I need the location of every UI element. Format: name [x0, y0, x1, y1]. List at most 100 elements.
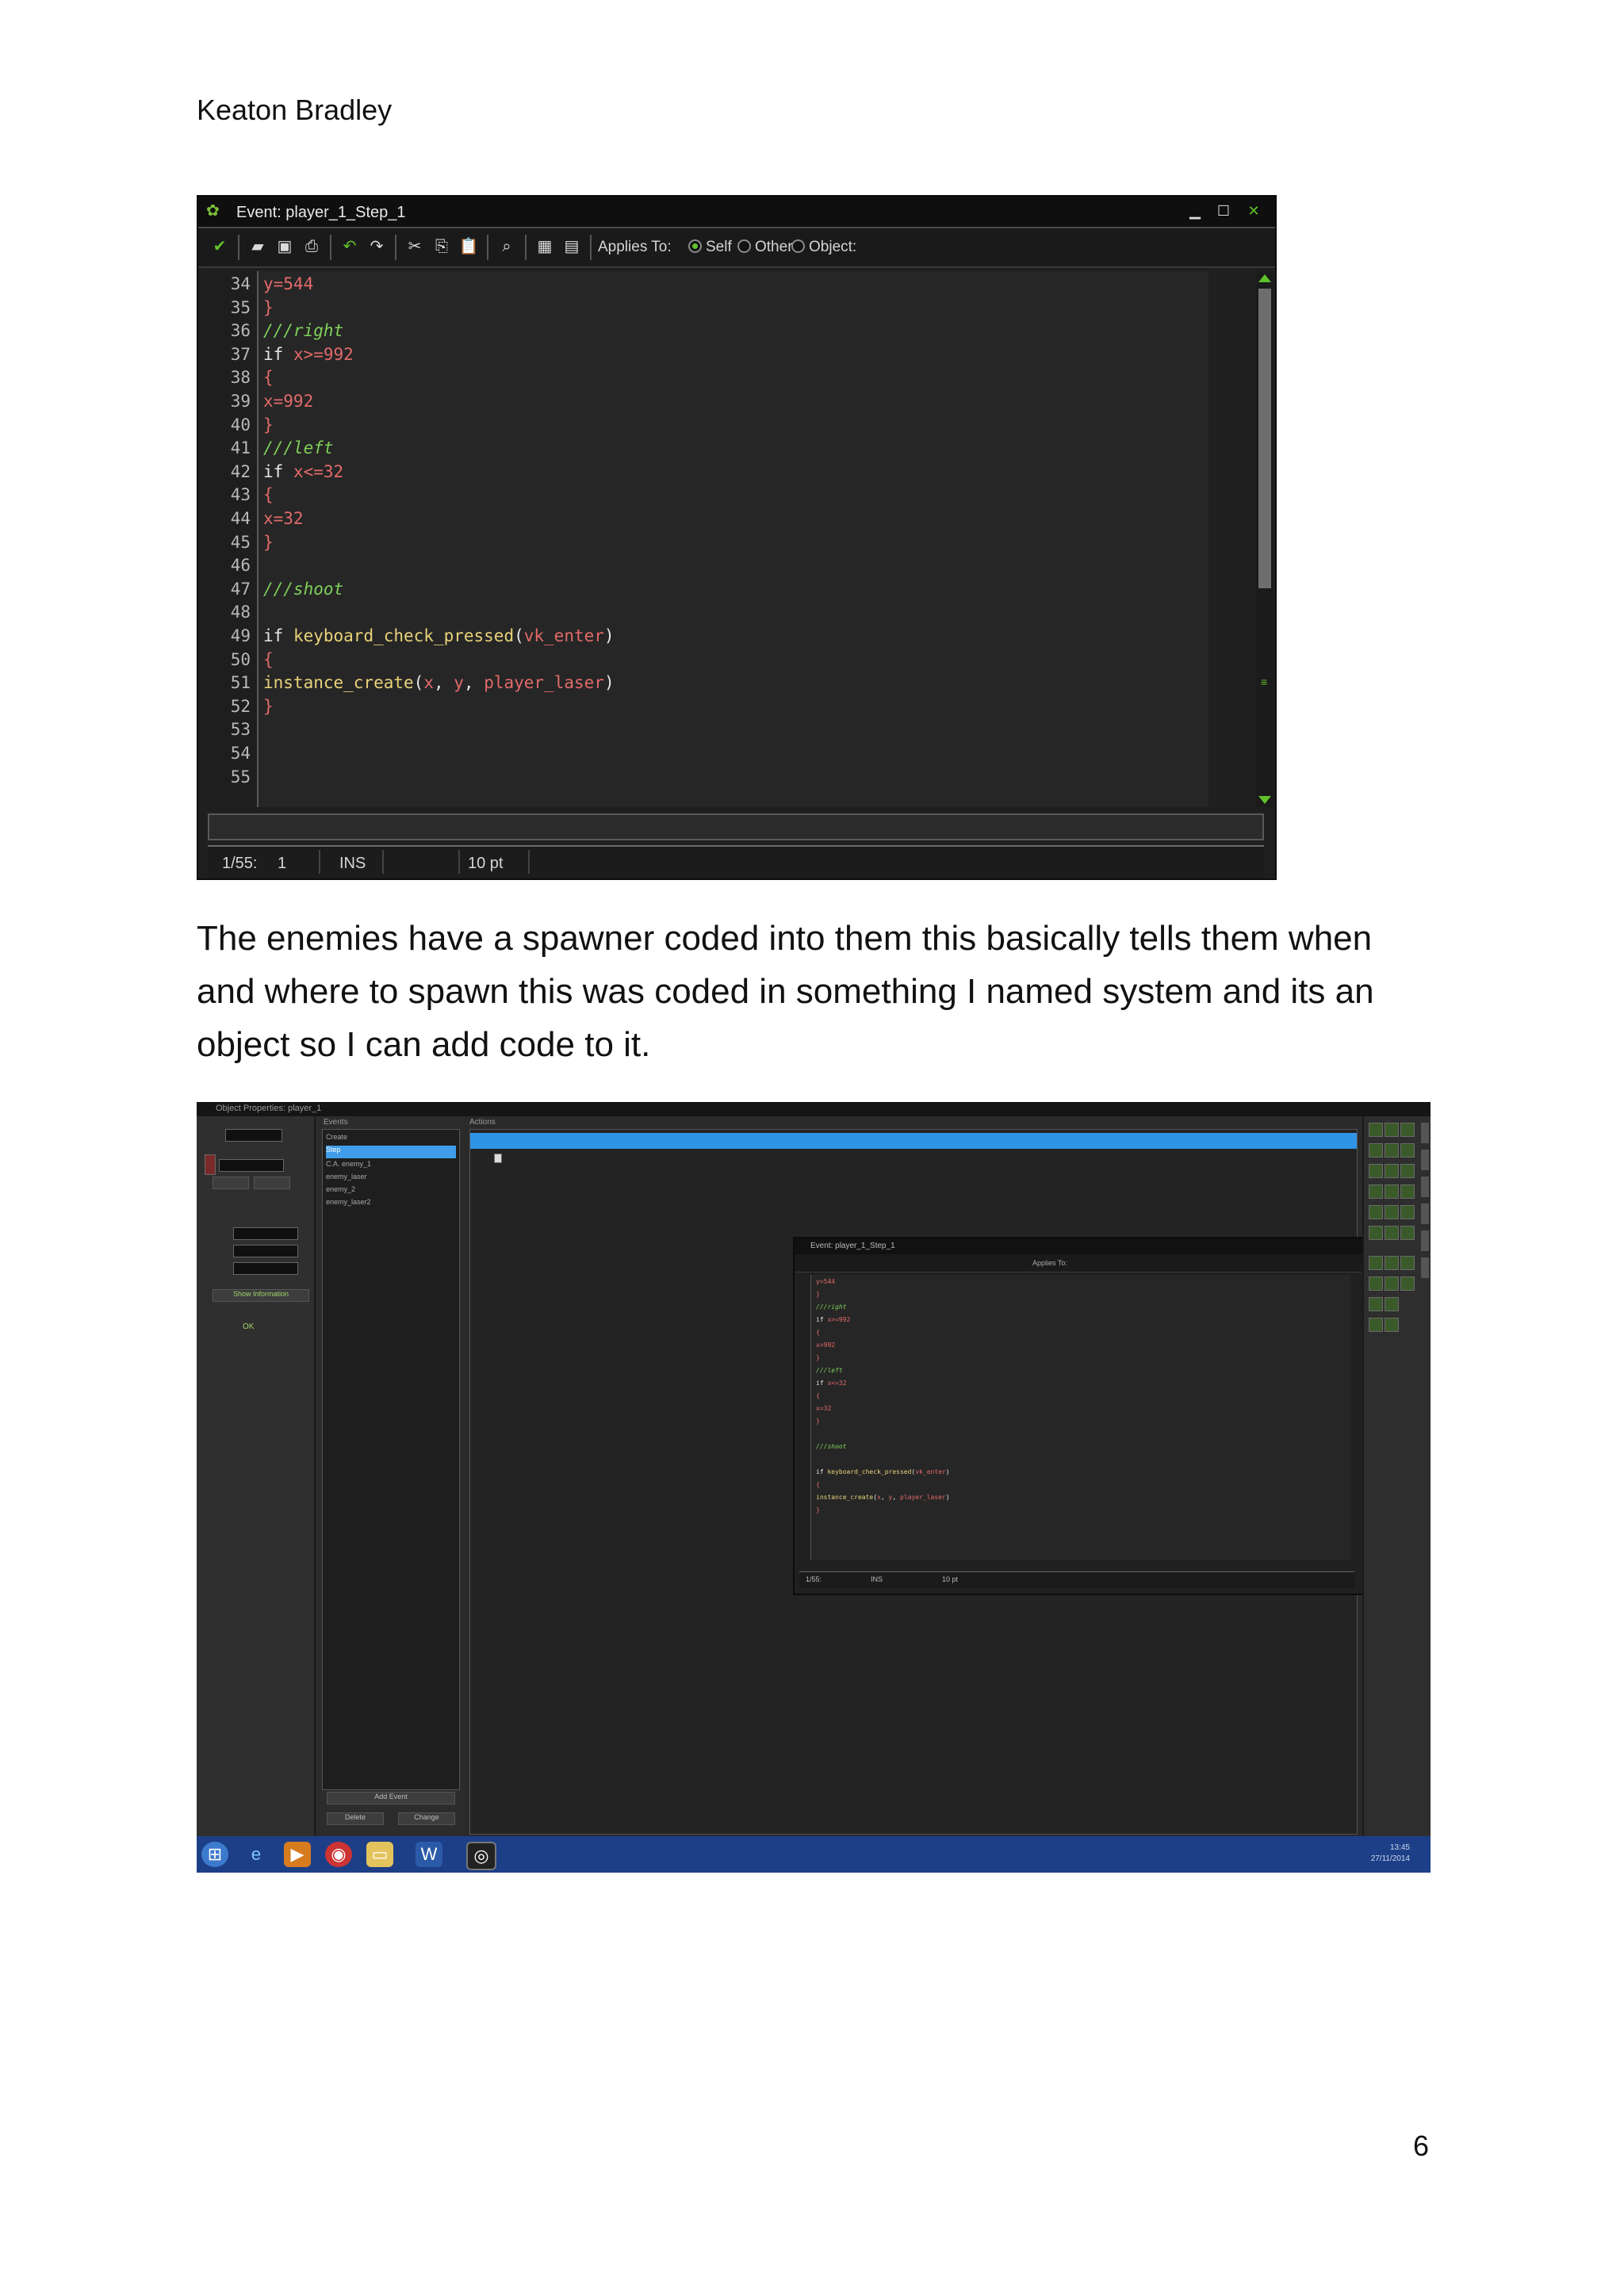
add-event-button[interactable]: Add Event — [327, 1792, 455, 1804]
scroll-down-icon[interactable] — [1258, 796, 1271, 804]
action-icon[interactable] — [1385, 1297, 1399, 1311]
word-icon[interactable]: W — [416, 1842, 442, 1867]
gamemaker-taskbar-icon[interactable]: ◎ — [466, 1842, 496, 1870]
event-item-selected[interactable]: Step — [326, 1146, 456, 1158]
event-item[interactable]: enemy_laser — [326, 1173, 456, 1185]
action-icon[interactable] — [1385, 1143, 1399, 1158]
line-number: 35 — [230, 297, 251, 317]
undo-icon[interactable]: ↶ — [339, 236, 360, 257]
internet-explorer-icon[interactable]: e — [243, 1842, 270, 1867]
action-icon[interactable] — [1385, 1184, 1399, 1199]
action-icon[interactable] — [1369, 1297, 1383, 1311]
side-tab[interactable] — [1421, 1123, 1429, 1143]
action-icon[interactable] — [1400, 1184, 1415, 1199]
copy-icon[interactable]: ⎘ — [431, 236, 452, 257]
change-event-button[interactable]: Change — [398, 1812, 455, 1825]
object-radio[interactable] — [791, 239, 805, 253]
line-number: 50 — [230, 649, 251, 669]
code-token: player_laser — [900, 1494, 946, 1501]
action-icon[interactable] — [1369, 1205, 1383, 1219]
action-icon[interactable] — [1369, 1164, 1383, 1178]
close-icon[interactable]: ✕ — [1243, 201, 1264, 220]
horizontal-scrollbar[interactable] — [208, 813, 1264, 840]
save-icon[interactable]: ▣ — [274, 236, 295, 257]
action-icon[interactable] — [1400, 1205, 1415, 1219]
action-icon[interactable] — [1369, 1256, 1383, 1270]
parent-field[interactable] — [233, 1245, 298, 1257]
action-icon[interactable] — [1369, 1226, 1383, 1240]
action-icon[interactable] — [1369, 1123, 1383, 1137]
action-item-selected[interactable] — [470, 1133, 1357, 1149]
cut-icon[interactable]: ✂ — [404, 236, 425, 257]
media-player-icon[interactable]: ▶ — [284, 1842, 311, 1867]
depth-field[interactable] — [233, 1227, 298, 1240]
search-icon[interactable]: ⌕ — [496, 236, 517, 257]
code-text-area[interactable]: y=544} ///right if x>=992 {x=992} ///left if … — [259, 271, 1208, 807]
line-number: 52 — [230, 696, 251, 716]
action-icon[interactable] — [1400, 1276, 1415, 1291]
minimize-icon[interactable]: ▁ — [1185, 201, 1205, 220]
delete-event-button[interactable]: Delete — [327, 1812, 384, 1825]
vertical-scrollbar[interactable]: ≡ — [1256, 271, 1274, 807]
action-icon[interactable] — [1369, 1276, 1383, 1291]
paste-icon[interactable]: 📋 — [458, 236, 479, 257]
self-radio[interactable] — [688, 239, 702, 253]
code-token: } — [263, 696, 274, 716]
side-tab[interactable] — [1421, 1257, 1429, 1278]
event-item[interactable]: Create — [326, 1133, 456, 1146]
action-icon[interactable] — [1385, 1318, 1399, 1332]
mask-field[interactable] — [233, 1262, 298, 1275]
check-icon[interactable]: ✔ — [209, 236, 230, 257]
new-sprite-button[interactable] — [213, 1177, 249, 1189]
action-icon[interactable] — [1369, 1184, 1383, 1199]
action-icon[interactable] — [1400, 1123, 1415, 1137]
action-icon[interactable] — [1385, 1256, 1399, 1270]
grid-icon[interactable]: ▦ — [534, 236, 555, 257]
scroll-thumb[interactable] — [1258, 289, 1271, 588]
system-clock[interactable]: 13:45 27/11/2014 — [1371, 1843, 1410, 1865]
action-icon[interactable] — [1385, 1226, 1399, 1240]
scroll-up-icon[interactable] — [1258, 274, 1271, 282]
action-icon[interactable] — [1369, 1143, 1383, 1158]
side-tab[interactable] — [1421, 1150, 1429, 1170]
print-icon[interactable]: ⎙ — [301, 236, 322, 257]
file-explorer-icon[interactable]: ▭ — [366, 1842, 393, 1867]
clock-time: 13:45 — [1389, 1843, 1410, 1852]
show-information-button[interactable]: Show Information — [213, 1289, 309, 1302]
event-item[interactable]: enemy_laser2 — [326, 1198, 456, 1211]
side-tab[interactable] — [1421, 1203, 1429, 1224]
action-icon[interactable] — [1400, 1164, 1415, 1178]
line-number: 47 — [230, 579, 251, 599]
code-token: , — [433, 673, 454, 693]
side-tab[interactable] — [1421, 1177, 1429, 1197]
action-icon[interactable] — [1385, 1123, 1399, 1137]
event-item[interactable]: C.A. enemy_1 — [326, 1160, 456, 1173]
redo-icon[interactable]: ↷ — [366, 236, 387, 257]
action-icon[interactable] — [1385, 1205, 1399, 1219]
action-icon[interactable] — [1385, 1164, 1399, 1178]
document-icon[interactable]: ▤ — [561, 236, 582, 257]
maximize-icon[interactable]: ☐ — [1213, 201, 1234, 220]
edit-sprite-button[interactable] — [254, 1177, 290, 1189]
code-token: , — [880, 1494, 889, 1501]
action-icon[interactable] — [1400, 1143, 1415, 1158]
other-radio[interactable] — [737, 239, 751, 253]
code-token: x=32 — [263, 509, 304, 528]
code-line: ///shoot — [263, 580, 343, 599]
action-icon[interactable] — [1369, 1318, 1383, 1332]
start-orb-icon[interactable]: ⊞ — [201, 1842, 228, 1867]
code-token: if — [816, 1316, 828, 1323]
code-line: } — [263, 533, 274, 552]
name-field[interactable] — [225, 1129, 282, 1142]
action-icon[interactable] — [1385, 1276, 1399, 1291]
ok-button[interactable]: OK — [243, 1322, 254, 1331]
chrome-icon[interactable]: ◉ — [325, 1842, 352, 1867]
action-icon[interactable] — [1400, 1226, 1415, 1240]
line-number: 42 — [230, 461, 251, 481]
sprite-field[interactable] — [219, 1159, 284, 1172]
side-tab[interactable] — [1421, 1230, 1429, 1251]
open-folder-icon[interactable]: ▰ — [247, 236, 268, 257]
event-item[interactable]: enemy_2 — [326, 1185, 456, 1198]
resource-toolbar — [1362, 1116, 1431, 1836]
action-icon[interactable] — [1400, 1256, 1415, 1270]
